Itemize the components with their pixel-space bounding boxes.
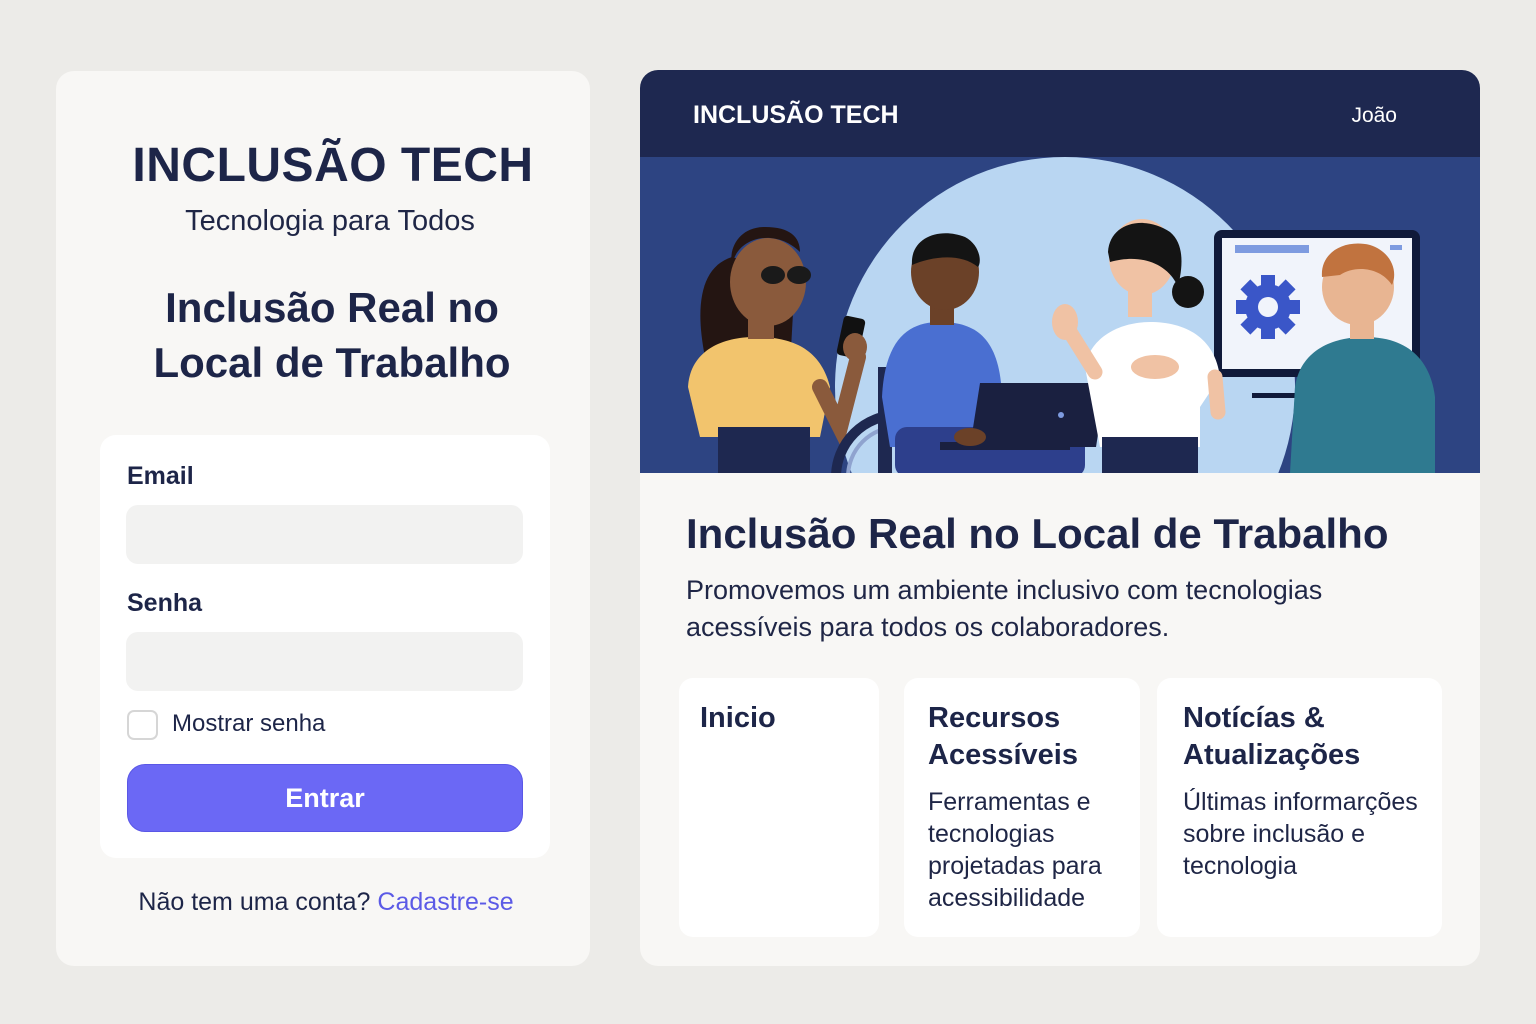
- nav-card-noticias[interactable]: Notícías & Atualizações Últimas informar…: [1157, 678, 1442, 937]
- nav-card-description: Últimas informarções sobre inclusão e te…: [1183, 788, 1418, 880]
- signup-prompt: Não tem uma conta?: [138, 888, 371, 916]
- app-header: INCLUSÃO TECH João: [640, 70, 1480, 157]
- password-field[interactable]: [126, 632, 523, 691]
- nav-card-title: Notícías & Atualizações: [1183, 702, 1361, 771]
- hero-title: Inclusão Real no Local de Trabalho: [686, 510, 1389, 557]
- nav-card-title: Inicio: [700, 702, 776, 734]
- hero-illustration-svg: [688, 157, 1435, 473]
- nav-card-description: Ferramentas e tecnologias projetadas par…: [928, 788, 1102, 912]
- email-label: Email: [127, 462, 194, 490]
- nav-card-title: Recursos Acessíveis: [928, 702, 1078, 771]
- show-password-checkbox[interactable]: [127, 710, 158, 740]
- login-submit-button[interactable]: Entrar: [127, 764, 523, 832]
- person-woman-sunglasses: [688, 227, 867, 473]
- user-name[interactable]: João: [1351, 104, 1397, 128]
- signup-row: Não tem uma conta? Cadastre-se: [0, 888, 652, 917]
- signup-link[interactable]: Cadastre-se: [377, 888, 513, 916]
- hero-description: Promovemos um ambiente inclusivo com tec…: [686, 575, 1323, 642]
- login-brand: INCLUSÃO TECH: [132, 139, 534, 192]
- password-label: Senha: [127, 589, 203, 617]
- email-field[interactable]: [126, 505, 523, 564]
- nav-card-recursos[interactable]: Recursos Acessíveis Ferramentas e tecnol…: [904, 678, 1140, 937]
- login-tagline: Tecnologia para Todos: [185, 205, 475, 237]
- app-brand[interactable]: INCLUSÃO TECH: [693, 101, 899, 130]
- hero-illustration: [640, 157, 1480, 473]
- nav-card-inicio[interactable]: Inicio: [679, 678, 879, 937]
- show-password-label: Mostrar senha: [172, 710, 326, 737]
- gear-icon: [1236, 275, 1300, 339]
- login-heading: Inclusão Real no Local de Trabalho: [153, 284, 511, 386]
